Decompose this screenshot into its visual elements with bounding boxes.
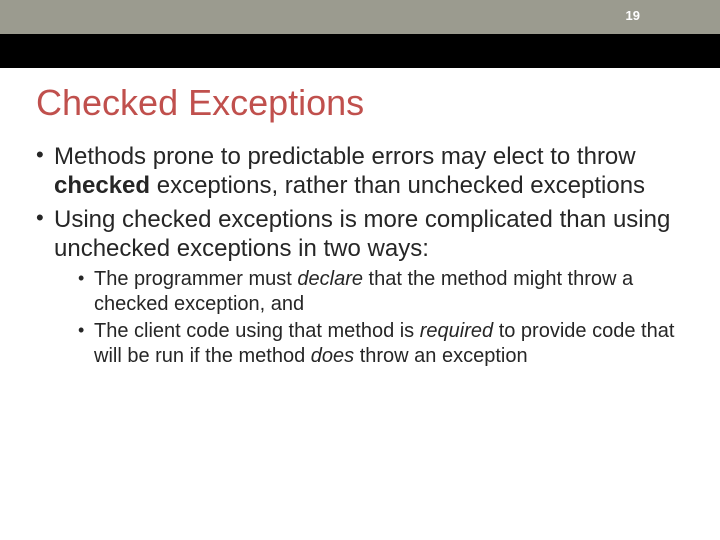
slide: 19 Checked Exceptions Methods prone to p… (0, 0, 720, 540)
sub-bullet-italic: declare (297, 268, 363, 290)
sub-bullet-text: The client code using that method is (94, 320, 420, 342)
slide-title: Checked Exceptions (36, 82, 720, 124)
bullet-text: exceptions, rather than unchecked except… (150, 172, 645, 199)
bullet-bold: checked (54, 172, 150, 199)
top-bar: 19 (0, 0, 720, 34)
sub-bullet-text: throw an exception (354, 345, 527, 367)
bullet-item: Methods prone to predictable errors may … (36, 142, 684, 201)
bullet-item: Using checked exceptions is more complic… (36, 205, 684, 370)
sub-bullet-italic: required (420, 320, 493, 342)
sub-bullet-list: The programmer must declare that the met… (78, 267, 684, 369)
bullet-text: Using checked exceptions is more complic… (54, 206, 670, 262)
sub-bullet-item: The client code using that method is req… (78, 319, 684, 369)
sub-bullet-text: The programmer must (94, 268, 297, 290)
slide-body: Methods prone to predictable errors may … (36, 142, 684, 369)
page-number: 19 (626, 8, 640, 23)
bullet-list: Methods prone to predictable errors may … (36, 142, 684, 369)
bullet-text: Methods prone to predictable errors may … (54, 143, 636, 170)
sub-bullet-italic: does (311, 345, 354, 367)
sub-bullet-item: The programmer must declare that the met… (78, 267, 684, 317)
black-bar (0, 34, 720, 68)
